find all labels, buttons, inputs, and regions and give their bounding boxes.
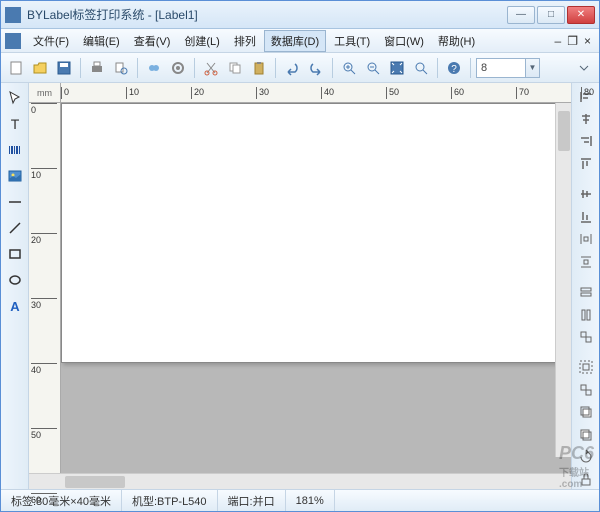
menu-arrange[interactable]: 排列 [228,31,262,51]
app-icon [5,7,21,23]
fontsize-input[interactable]: 8 [476,58,526,78]
status-printer: 机型:BTP-L540 [122,490,218,511]
left-toolbox: T A [1,83,29,489]
scrollbar-thumb[interactable] [558,111,570,151]
barcode-tool[interactable] [4,139,26,161]
link-button[interactable] [143,57,165,79]
status-port: 端口:并口 [218,490,286,511]
menu-view[interactable]: 查看(V) [128,31,177,51]
cut-button[interactable] [200,57,222,79]
same-size-tool[interactable] [575,327,597,346]
menu-edit[interactable]: 编辑(E) [77,31,126,51]
distribute-h-tool[interactable] [575,229,597,248]
ungroup-tool[interactable] [575,380,597,399]
rotate-tool[interactable] [575,447,597,466]
save-button[interactable] [53,57,75,79]
select-tool[interactable] [4,87,26,109]
menu-file[interactable]: 文件(F) [27,31,75,51]
zoomin-button[interactable] [338,57,360,79]
same-height-tool[interactable] [575,305,597,324]
align-bottom-tool[interactable] [575,207,597,226]
scrollbar-thumb[interactable] [65,476,125,488]
lock-tool[interactable] [575,470,597,489]
label-page[interactable] [61,103,571,363]
align-top-tool[interactable] [575,154,597,173]
minimize-button[interactable]: — [507,6,535,24]
menu-tools[interactable]: 工具(T) [328,31,376,51]
horizontal-scrollbar[interactable] [61,474,571,489]
svg-text:T: T [10,116,19,132]
ruler-unit: mm [29,83,61,102]
send-back-tool[interactable] [575,425,597,444]
close-button[interactable]: ✕ [567,6,595,24]
statusbar: 标签:80毫米×40毫米 机型:BTP-L540 端口:并口 181% [1,489,599,511]
menu-help[interactable]: 帮助(H) [432,31,481,51]
status-labelsize: 标签:80毫米×40毫米 [1,490,122,511]
hline-tool[interactable] [4,191,26,213]
distribute-v-tool[interactable] [575,252,597,271]
help-button[interactable]: ? [443,57,465,79]
preview-button[interactable] [110,57,132,79]
align-middle-tool[interactable] [575,185,597,204]
group-tool[interactable] [575,358,597,377]
fontsize-dropdown-icon[interactable]: ▼ [526,58,540,78]
rect-tool[interactable] [4,243,26,265]
menu-create[interactable]: 创建(L) [178,31,225,51]
status-zoom: 181% [286,490,335,511]
toolbar: ? 8 ▼ [1,53,599,83]
horizontal-ruler: 01020304050607080 [61,83,571,102]
dline-tool[interactable] [4,217,26,239]
mdi-minimize-icon[interactable]: – [555,34,562,48]
bring-front-tool[interactable] [575,403,597,422]
menubar: 文件(F) 编辑(E) 查看(V) 创建(L) 排列 数据库(D) 工具(T) … [1,29,599,53]
toolbar-overflow-icon[interactable] [573,57,595,79]
zoom-button[interactable] [410,57,432,79]
canvas-area[interactable] [61,103,571,473]
vertical-scrollbar[interactable] [555,103,571,457]
text-tool[interactable]: T [4,113,26,135]
vertical-ruler: 0102030405060 [29,103,61,473]
image-tool[interactable] [4,165,26,187]
print-button[interactable] [86,57,108,79]
right-toolbox [571,83,599,489]
undo-button[interactable] [281,57,303,79]
fit-button[interactable] [386,57,408,79]
open-button[interactable] [29,57,51,79]
zoomout-button[interactable] [362,57,384,79]
mdi-restore-icon[interactable]: ❐ [567,34,578,48]
menu-database[interactable]: 数据库(D) [264,30,326,52]
svg-text:?: ? [451,64,457,75]
titlebar: BYLabel标签打印系统 - [Label1] — □ ✕ [1,1,599,29]
same-width-tool[interactable] [575,282,597,301]
window-title: BYLabel标签打印系统 - [Label1] [27,6,507,23]
ellipse-tool[interactable] [4,269,26,291]
paste-button[interactable] [248,57,270,79]
svg-text:A: A [10,299,20,314]
maximize-button[interactable]: □ [537,6,565,24]
app-menu-icon[interactable] [5,33,21,49]
settings-button[interactable] [167,57,189,79]
textart-tool[interactable]: A [4,295,26,317]
align-center-h-tool[interactable] [575,109,597,128]
copy-button[interactable] [224,57,246,79]
align-right-tool[interactable] [575,132,597,151]
menu-window[interactable]: 窗口(W) [378,31,430,51]
new-button[interactable] [5,57,27,79]
redo-button[interactable] [305,57,327,79]
mdi-close-icon[interactable]: × [584,34,591,48]
